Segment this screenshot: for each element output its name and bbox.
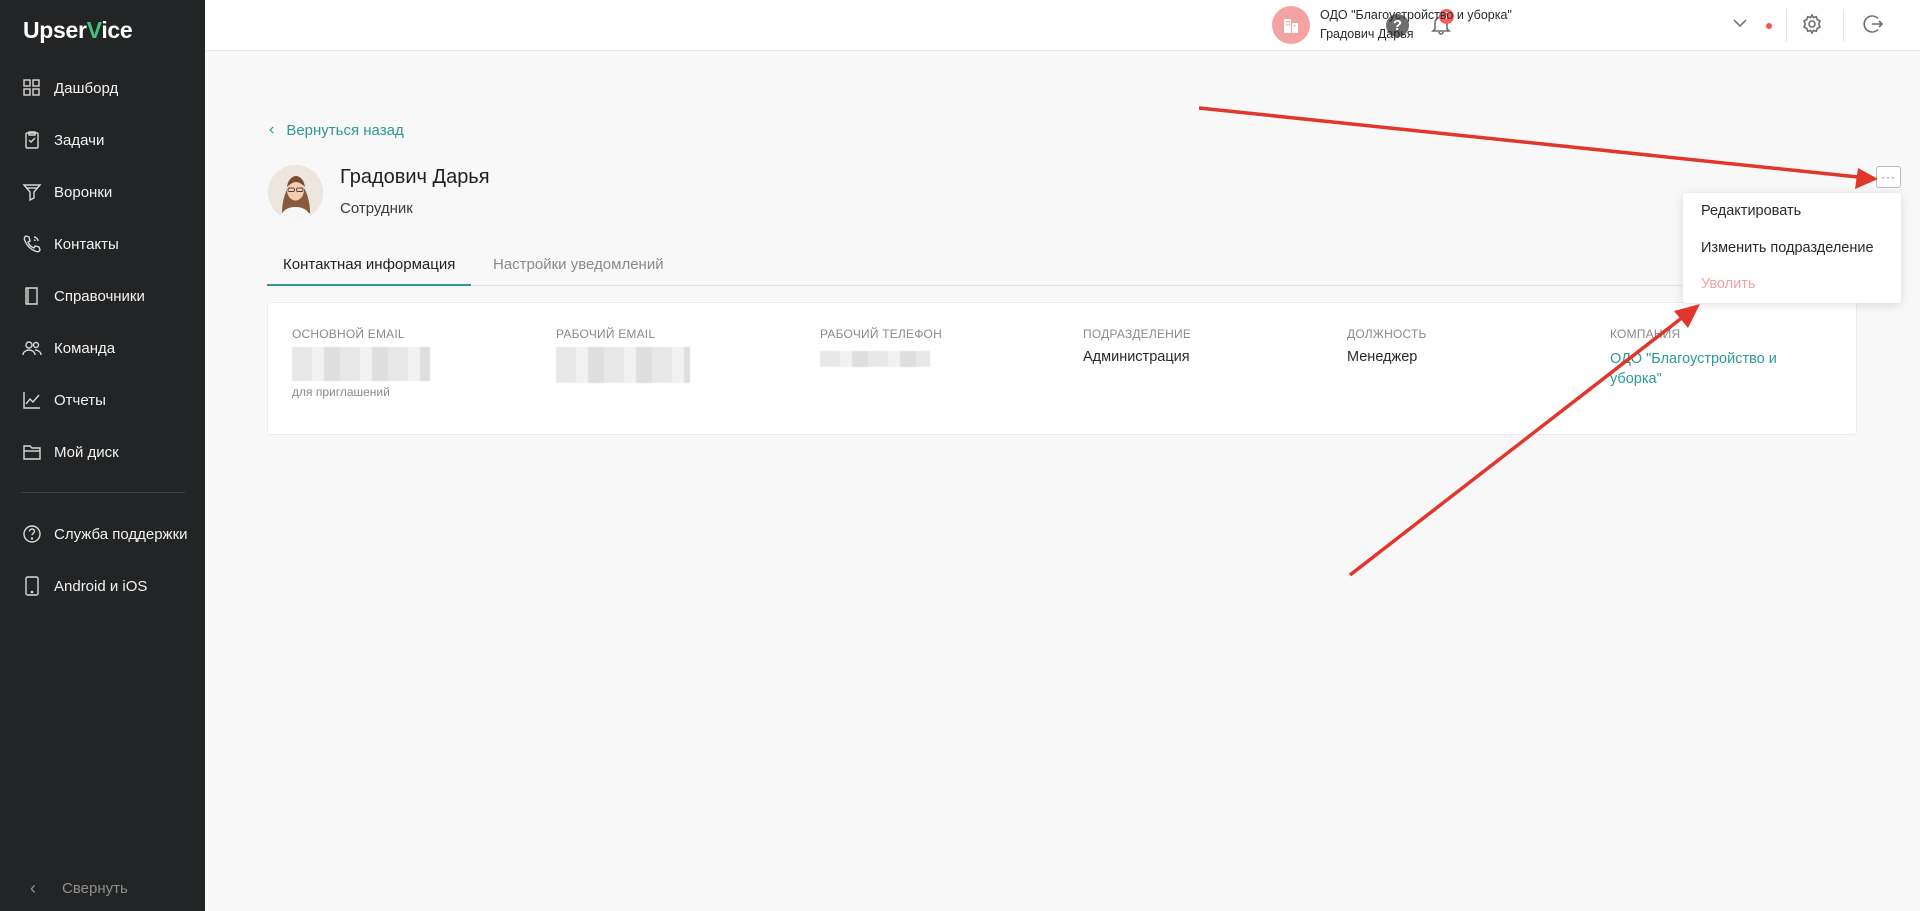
sidebar-item-label: Отчеты [54,391,106,409]
menu-item-dismiss[interactable]: Уволить [1701,276,1755,292]
back-link-label: Вернуться назад [286,121,404,139]
collapse-label: Свернуть [62,879,128,897]
avatar [268,165,323,220]
sidebar-item-reports[interactable]: Отчеты [0,380,205,420]
menu-item-change-department[interactable]: Изменить подразделение [1701,240,1874,256]
field-note: для приглашений [292,385,390,399]
contacts-icon [21,233,43,255]
sidebar-item-dashboard[interactable]: Дашборд [0,68,205,108]
gear-icon[interactable] [1801,13,1825,37]
header-divider [1843,9,1844,42]
book-icon [21,285,43,307]
profile-name: Градович Дарья [340,166,490,188]
collapse-sidebar-button[interactable]: ‹ Свернуть [0,868,205,908]
sidebar-item-label: Контакты [54,235,119,253]
org-avatar[interactable] [1272,6,1310,44]
chevron-down-icon[interactable] [1732,15,1748,34]
sidebar-item-mobile[interactable]: Android и iOS [0,566,205,606]
contact-info-card: Основной email для приглашений Рабочий e… [267,302,1857,435]
profile-role: Сотрудник [340,200,413,217]
chevron-left-icon: ‹ [269,121,275,138]
sidebar-item-label: Android и iOS [54,577,148,595]
field-label: Рабочий email [556,327,656,341]
field-label: Рабочий телефон [820,327,942,341]
tab-contact-info[interactable]: Контактная информация [267,250,472,286]
field-company: Компания ОДО "Благоустройство и уборка" [1610,327,1810,389]
ellipsis-icon: ··· [1881,170,1896,184]
logo[interactable]: UpserVice [23,17,133,44]
field-value: Менеджер [1347,349,1418,365]
sidebar-item-label: Справочники [54,287,145,305]
mobile-icon [21,575,43,597]
redacted-value [292,347,430,381]
status-dot [1766,23,1772,29]
more-actions-button[interactable]: ··· [1876,166,1901,188]
redacted-value [556,347,690,383]
sidebar-item-label: Служба поддержки [54,525,188,543]
team-icon [21,337,43,359]
dashboard-icon [21,77,43,99]
top-header [205,0,1920,51]
sidebar-item-funnels[interactable]: Воронки [0,172,205,212]
logout-icon[interactable] [1862,13,1886,37]
field-label: Компания [1610,327,1681,341]
header-divider [1786,9,1787,42]
tasks-icon [21,129,43,151]
redacted-value [820,351,930,367]
company-link[interactable]: ОДО "Благоустройство и уборка" [1610,349,1810,389]
sidebar-item-label: Воронки [54,183,113,201]
field-label: Должность [1347,327,1427,341]
field-primary-email: Основной email для приглашений [292,327,430,399]
field-label: Подразделение [1083,327,1192,341]
sidebar-item-label: Дашборд [54,79,119,97]
field-position: Должность Менеджер [1347,327,1427,365]
field-label: Основной email [292,327,405,341]
reports-icon [21,389,43,411]
annotation-arrowhead [1855,168,1878,189]
field-work-email: Рабочий email [556,327,690,383]
funnel-icon [21,181,43,203]
building-icon [1284,19,1298,33]
field-department: Подразделение Администрация [1083,327,1191,365]
sidebar-item-label: Команда [54,339,116,357]
sidebar-item-team[interactable]: Команда [0,328,205,368]
header-user-name: Градович Дарья [1320,27,1414,41]
actions-dropdown: Редактировать Изменить подразделение Уво… [1683,193,1901,303]
profile-tabs: Контактная информация Настройки уведомле… [267,250,1857,286]
sidebar: UpserVice Дашборд Задачи Воронки Контакт… [0,0,205,911]
field-value: Администрация [1083,349,1190,365]
menu-item-edit[interactable]: Редактировать [1701,203,1801,219]
sidebar-item-references[interactable]: Справочники [0,276,205,316]
sidebar-item-contacts[interactable]: Контакты [0,224,205,264]
folder-icon [21,441,43,463]
field-work-phone: Рабочий телефон [820,327,942,367]
tab-notification-settings[interactable]: Настройки уведомлений [477,250,680,286]
org-name[interactable]: ОДО "Благоустройство и уборка" [1320,8,1512,22]
sidebar-item-support[interactable]: Служба поддержки [0,514,205,554]
annotation-arrow-line [1198,106,1859,179]
sidebar-item-disk[interactable]: Мой диск [0,432,205,472]
sidebar-divider [21,492,185,493]
chevron-left-icon: ‹ [30,877,36,898]
help-circle-icon [21,523,43,545]
back-link[interactable]: ‹ Вернуться назад [269,121,404,139]
sidebar-item-label: Мой диск [54,443,119,461]
sidebar-item-label: Задачи [54,131,105,149]
sidebar-item-tasks[interactable]: Задачи [0,120,205,160]
